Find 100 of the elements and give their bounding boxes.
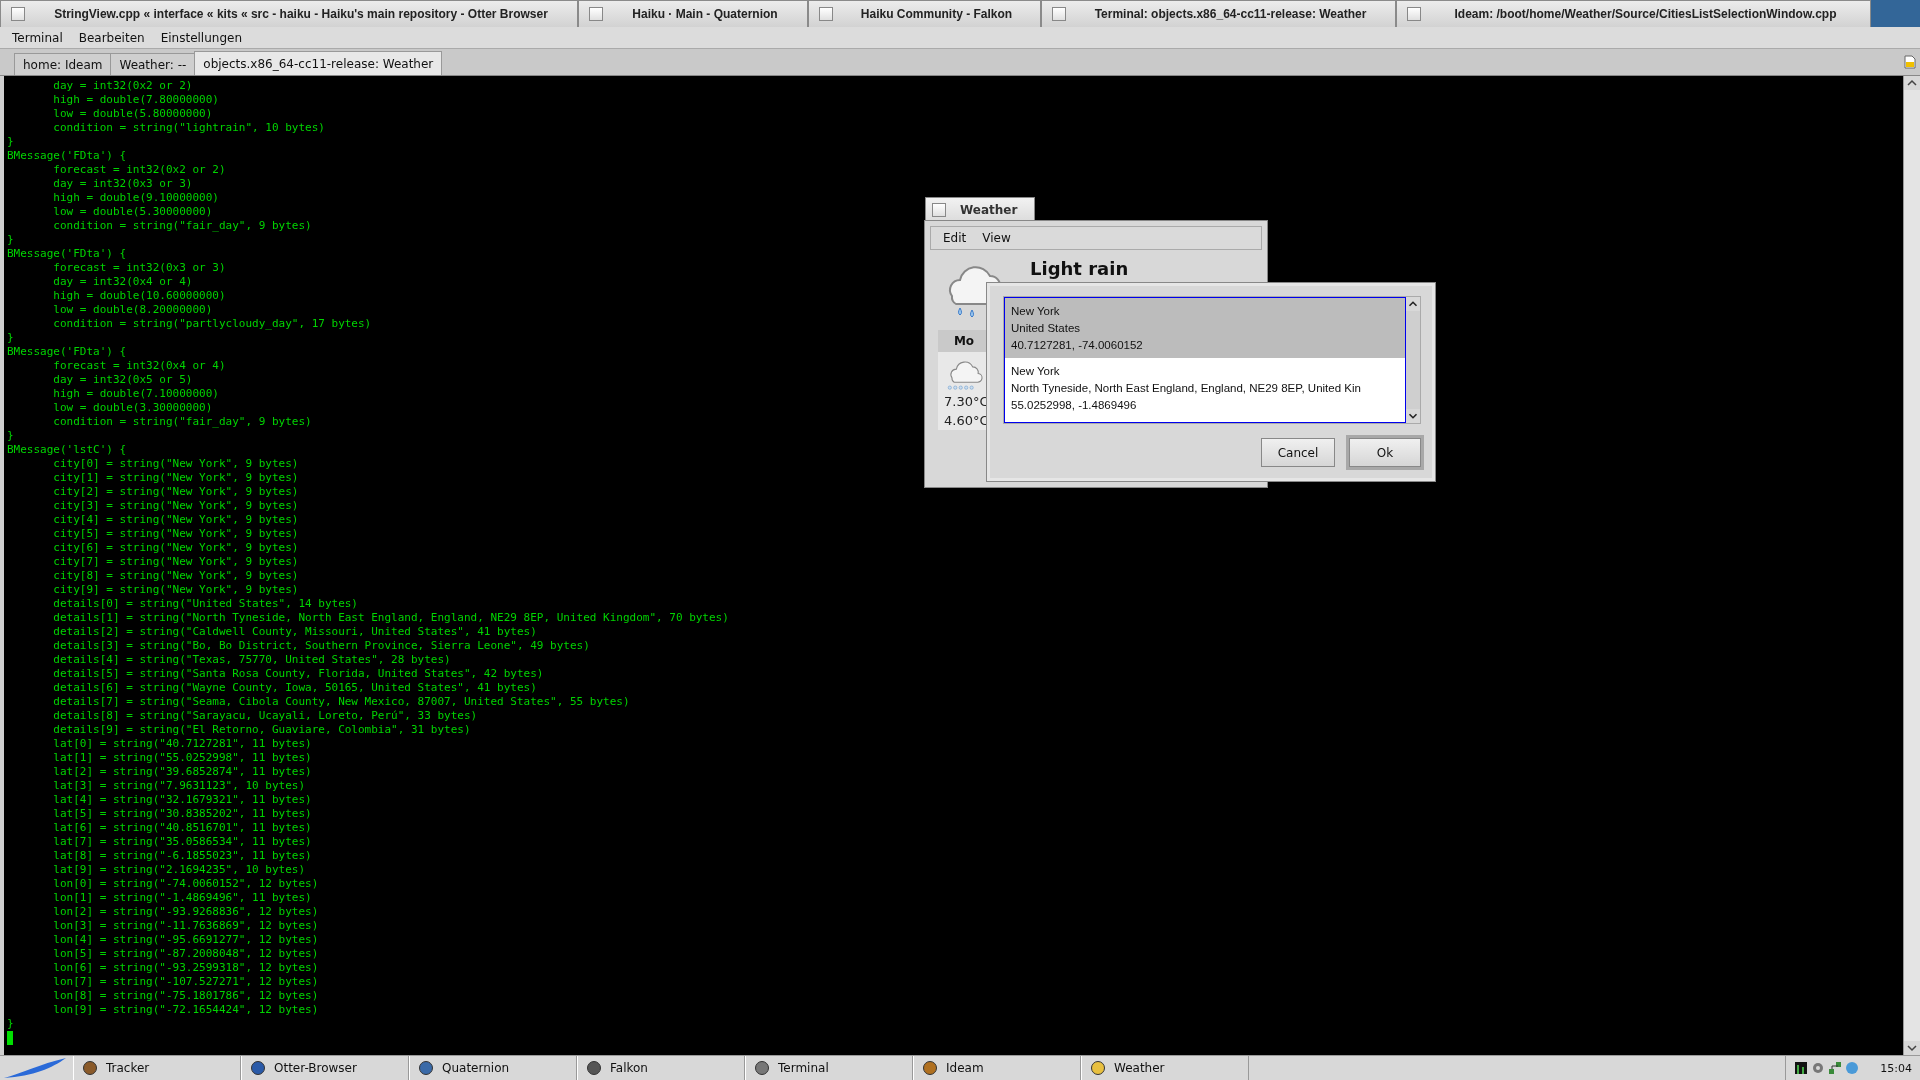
taskbar-item[interactable]: Otter-Browser xyxy=(241,1056,409,1080)
window-title: Weather xyxy=(960,202,1018,217)
app-icon xyxy=(754,1060,770,1076)
terminal-line: forecast = int32(0x3 or 3) xyxy=(52,261,226,275)
terminal-line: low = double(3.30000000) xyxy=(52,401,213,415)
scroll-up-icon[interactable] xyxy=(1406,297,1420,311)
close-button[interactable] xyxy=(1407,7,1421,21)
taskbar-label: Terminal xyxy=(778,1061,829,1075)
document-icon[interactable] xyxy=(1904,55,1916,69)
scroll-down-icon[interactable] xyxy=(1904,1041,1920,1055)
taskbar-label: Quaternion xyxy=(442,1061,510,1075)
city-coordinates: 40.7127281, -74.0060152 xyxy=(1011,338,1144,353)
window-title: Ideam: /boot/home/Weather/Source/CitiesListSelectionWindow.cpp xyxy=(1453,7,1838,21)
city-list-item[interactable]: New York United States 40.7127281, -74.0060152 xyxy=(1005,298,1405,358)
window-title: Haiku · Main - Quaternion xyxy=(631,7,779,21)
terminal-line: details[9] = string("El Retorno, Guaviare, Colombia", 31 bytes) xyxy=(52,723,471,737)
terminal-line: } xyxy=(7,135,14,149)
terminal-line: BMessage('FDta') { xyxy=(7,345,127,359)
taskbar-item[interactable]: Tracker xyxy=(73,1056,241,1080)
window-title: Haiku Community - Falkon xyxy=(859,7,1014,21)
terminal-line: details[6] = string("Wayne County, Iowa, 50165, United States", 41 bytes) xyxy=(52,681,537,695)
scrollbar[interactable] xyxy=(1903,76,1920,1055)
terminal-line: lat[7] = string("35.0586534", 11 bytes) xyxy=(52,835,312,849)
terminal-line: } xyxy=(7,331,14,345)
terminal-line: condition = string("partlycloudy_day", 17 bytes) xyxy=(52,317,372,331)
terminal-line: details[0] = string("United States", 14 bytes) xyxy=(52,597,358,611)
terminal-line: city[0] = string("New York", 9 bytes) xyxy=(52,457,299,471)
terminal-line: details[3] = string("Bo, Bo District, Southern Province, Sierra Leone", 49 bytes) xyxy=(52,639,590,653)
city-name: New York xyxy=(1011,304,1061,319)
scrollbar[interactable] xyxy=(1406,297,1420,423)
terminal-line: city[2] = string("New York", 9 bytes) xyxy=(52,485,299,499)
terminal-line: city[7] = string("New York", 9 bytes) xyxy=(52,555,299,569)
terminal-line: lon[6] = string("-93.2599318", 12 bytes) xyxy=(52,961,319,975)
app-icon xyxy=(82,1060,98,1076)
terminal-line: high = double(7.80000000) xyxy=(52,93,219,107)
app-icon xyxy=(922,1060,938,1076)
terminal-line: condition = string("fair_day", 9 bytes) xyxy=(52,219,312,233)
taskbar-item[interactable]: Terminal xyxy=(745,1056,913,1080)
menu-item[interactable]: View xyxy=(974,231,1019,245)
close-button[interactable] xyxy=(932,202,946,217)
low-temperature: 4.60°C xyxy=(943,412,990,430)
window-title: Terminal: objects.x86_64-cc11-release: Weather xyxy=(1093,7,1368,21)
scroll-down-icon[interactable] xyxy=(1406,409,1420,423)
window-tab[interactable]: Ideam: /boot/home/Weather/Source/CitiesListSelectionWindow.cpp xyxy=(1396,0,1871,27)
network-icon[interactable] xyxy=(1828,1061,1843,1075)
menu-item[interactable]: Einstellungen xyxy=(152,30,250,45)
terminal-line: day = int32(0x5 or 5) xyxy=(52,373,193,387)
terminal-line: city[9] = string("New York", 9 bytes) xyxy=(52,583,299,597)
terminal-line: BMessage('FDta') { xyxy=(7,149,127,163)
taskbar-item[interactable]: Quaternion xyxy=(409,1056,577,1080)
terminal-line: low = double(8.20000000) xyxy=(52,303,213,317)
taskbar-label: Weather xyxy=(1114,1061,1165,1075)
window-tab[interactable]: Haiku Community - Falkon xyxy=(808,0,1041,27)
terminal-line: lon[2] = string("-93.9268836", 12 bytes) xyxy=(52,905,319,919)
window-tab[interactable]: Haiku · Main - Quaternion xyxy=(578,0,808,27)
terminal-tab[interactable]: home: Ideam xyxy=(14,53,112,75)
terminal-tab[interactable]: Weather: -- xyxy=(110,53,196,75)
terminal-line: BMessage('FDta') { xyxy=(7,247,127,261)
city-details: United States xyxy=(1011,321,1082,336)
terminal-line: lon[3] = string("-11.7636869", 12 bytes) xyxy=(52,919,319,933)
terminal-line: lon[8] = string("-75.1801786", 12 bytes) xyxy=(52,989,319,1003)
app-icon xyxy=(1090,1060,1106,1076)
taskbar-label: Ideam xyxy=(946,1061,984,1075)
menu-item[interactable]: Edit xyxy=(935,231,975,245)
window-tab[interactable]: Weather xyxy=(925,197,1035,221)
terminal-line: lat[5] = string("30.8385202", 11 bytes) xyxy=(52,807,312,821)
terminal-line: lon[7] = string("-107.527271", 12 bytes) xyxy=(52,975,319,989)
terminal-line: day = int32(0x3 or 3) xyxy=(52,177,193,191)
cpu-meter-icon[interactable] xyxy=(1794,1061,1809,1075)
close-button[interactable] xyxy=(1052,7,1066,21)
terminal-line: lat[1] = string("55.0252998", 11 bytes) xyxy=(52,751,312,765)
taskbar-item[interactable]: Falkon xyxy=(577,1056,745,1080)
terminal-line: low = double(5.80000000) xyxy=(52,107,213,121)
close-button[interactable] xyxy=(589,7,603,21)
menu-item[interactable]: Terminal xyxy=(4,30,71,45)
terminal-tab[interactable]: objects.x86_64-cc11-release: Weather xyxy=(194,51,443,75)
terminal-line: lon[9] = string("-72.1654424", 12 bytes) xyxy=(52,1003,319,1017)
dialog-button[interactable]: Ok xyxy=(1349,438,1421,467)
scroll-up-icon[interactable] xyxy=(1904,76,1920,90)
terminal-line: details[7] = string("Seama, Cibola County, New Mexico, 87007, United States", 55 bytes) xyxy=(52,695,630,709)
terminal-line: city[5] = string("New York", 9 bytes) xyxy=(52,527,299,541)
menu-item[interactable]: Bearbeiten xyxy=(70,30,153,45)
taskbar-item[interactable]: Weather xyxy=(1081,1056,1249,1080)
dialog-button[interactable]: Cancel xyxy=(1261,438,1335,467)
terminal-line: condition = string("lightrain", 10 bytes) xyxy=(52,121,325,135)
window-title: StringView.cpp « interface « kits « src - haiku - Haiku's main repository - Otter Browser xyxy=(53,7,549,21)
terminal-line: lat[3] = string("7.9631123", 10 bytes) xyxy=(52,779,306,793)
weather-condition: Light rain xyxy=(1030,258,1129,280)
terminal-line: city[1] = string("New York", 9 bytes) xyxy=(52,471,299,485)
close-button[interactable] xyxy=(11,7,25,21)
clock[interactable]: 15:04 xyxy=(1880,1061,1912,1075)
taskbar-item[interactable]: Ideam xyxy=(913,1056,1081,1080)
window-tab[interactable]: StringView.cpp « interface « kits « src - haiku - Haiku's main repository - Otter Browser xyxy=(0,0,578,27)
window-tab[interactable]: Terminal: objects.x86_64-cc11-release: Weather xyxy=(1041,0,1396,27)
app-icon xyxy=(586,1060,602,1076)
terminal-line: forecast = int32(0x2 or 2) xyxy=(52,163,226,177)
app-icon xyxy=(418,1060,434,1076)
city-details: North Tyneside, North East England, England, NE29 8EP, United Kin xyxy=(1011,381,1362,396)
close-button[interactable] xyxy=(819,7,833,21)
terminal-line: } xyxy=(7,233,14,247)
